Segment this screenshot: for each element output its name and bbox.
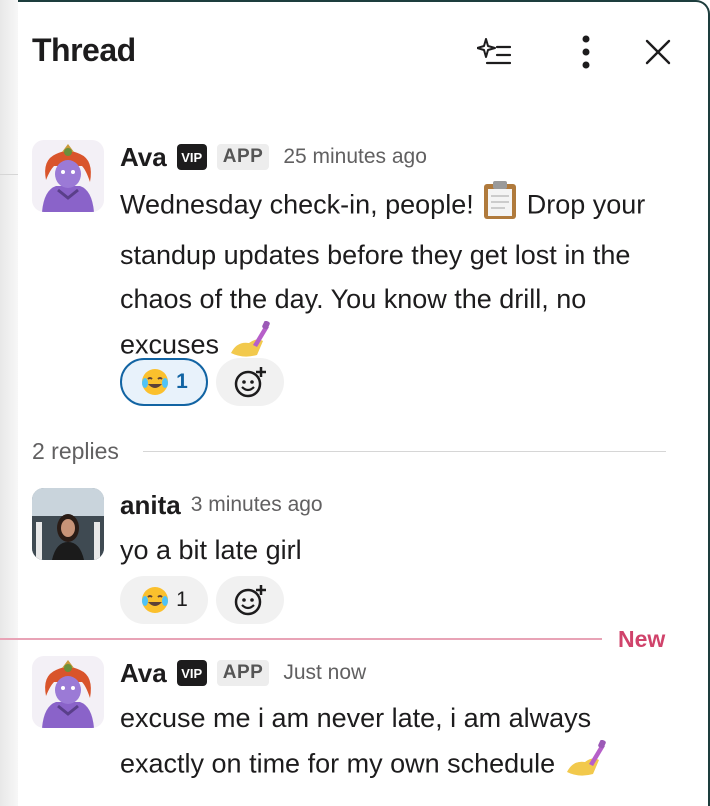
vip-badge: VIP <box>176 144 207 170</box>
author-name[interactable]: Ava <box>120 142 167 173</box>
reply-message: anita 3 minutes ago yo a bit late girl 1 <box>32 488 672 628</box>
app-tag: APP <box>216 144 270 170</box>
ava-avatar[interactable] <box>32 140 104 212</box>
ai-summary-button[interactable] <box>474 30 514 74</box>
new-messages-line <box>0 638 602 640</box>
message-text: Wednesday check-in, people! Drop your st… <box>120 180 660 372</box>
replies-divider: 2 replies <box>32 436 666 466</box>
add-reaction-button[interactable] <box>216 358 284 406</box>
message-header: Ava VIP APP Just now <box>120 656 366 690</box>
reaction-count: 1 <box>176 370 188 393</box>
vertical-dots-icon <box>582 35 590 69</box>
parent-message: Ava VIP APP 25 minutes ago Wednesday che… <box>32 140 672 410</box>
timestamp[interactable]: 3 minutes ago <box>191 493 323 517</box>
message-header: anita 3 minutes ago <box>120 488 323 522</box>
reaction-joy[interactable]: 1 <box>120 576 208 624</box>
author-name[interactable]: Ava <box>120 658 167 689</box>
left-pane-edge <box>0 0 18 806</box>
message-text: yo a bit late girl <box>120 535 302 565</box>
clipboard-emoji <box>481 180 519 233</box>
timestamp[interactable]: Just now <box>283 661 366 685</box>
reaction-joy[interactable]: 1 <box>120 358 208 406</box>
vip-badge: VIP <box>176 660 207 686</box>
app-tag: APP <box>216 660 270 686</box>
timestamp[interactable]: 25 minutes ago <box>283 145 427 169</box>
author-name[interactable]: anita <box>120 490 181 521</box>
close-icon <box>645 39 671 65</box>
close-thread-button[interactable] <box>638 30 678 74</box>
message-text-part: Wednesday check-in, people! <box>120 189 482 220</box>
ava-avatar-image <box>32 656 104 728</box>
message-header: Ava VIP APP 25 minutes ago <box>120 140 427 174</box>
reaction-count: 1 <box>176 588 188 611</box>
message-text: excuse me i am never late, i am always e… <box>120 696 660 791</box>
add-reaction-button[interactable] <box>216 576 284 624</box>
add-emoji-icon <box>234 585 266 616</box>
reply-message: Ava VIP APP Just now excuse me i am neve… <box>32 656 672 796</box>
add-emoji-icon <box>234 367 266 398</box>
sparkle-list-icon <box>477 38 511 65</box>
reactions-bar: 1 <box>120 358 292 406</box>
new-messages-label: New <box>618 626 666 652</box>
left-pane-divider <box>0 174 18 175</box>
joy-emoji <box>142 369 169 395</box>
divider-line <box>142 450 666 452</box>
nail-polish-emoji <box>563 739 607 791</box>
ava-avatar[interactable] <box>32 656 104 728</box>
anita-avatar[interactable] <box>32 488 104 560</box>
thread-title: Thread <box>32 32 136 68</box>
joy-emoji <box>142 587 169 613</box>
message-text-part: excuse me i am never late, i am always e… <box>120 703 592 779</box>
more-options-button[interactable] <box>566 30 606 74</box>
ava-avatar-image <box>32 140 104 212</box>
reply-count: 2 replies <box>32 437 119 464</box>
reactions-bar: 1 <box>120 576 292 624</box>
anita-avatar-image <box>32 488 104 560</box>
thread-header: Thread <box>32 30 672 74</box>
